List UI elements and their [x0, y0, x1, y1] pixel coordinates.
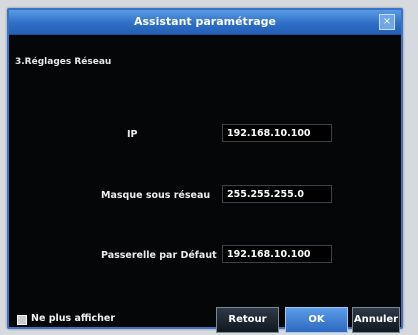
- title-bar: Assistant paramétrage ×: [9, 10, 401, 35]
- close-icon[interactable]: ×: [379, 14, 395, 30]
- cancel-button[interactable]: Annuler: [352, 307, 400, 333]
- section-title: 3.Réglages Réseau: [15, 57, 112, 67]
- dialog-title: Assistant paramétrage: [133, 15, 277, 28]
- gateway-label: Passerelle par Défaut: [101, 250, 217, 261]
- subnet-input[interactable]: 255.255.255.0: [222, 185, 332, 203]
- ip-input[interactable]: 192.168.10.100: [222, 124, 332, 142]
- dont-show-again-checkbox[interactable]: [17, 315, 27, 325]
- gateway-input[interactable]: 192.168.10.100: [222, 245, 332, 263]
- ip-label: IP: [127, 129, 138, 140]
- setup-wizard-dialog: Assistant paramétrage × 3.Réglages Résea…: [7, 8, 403, 333]
- subnet-label: Masque sous réseau: [101, 190, 211, 201]
- dont-show-again-label: Ne plus afficher: [31, 313, 116, 324]
- back-button[interactable]: Retour: [216, 307, 279, 333]
- screen-background: Assistant paramétrage × 3.Réglages Résea…: [0, 0, 418, 335]
- ok-button[interactable]: OK: [285, 307, 348, 333]
